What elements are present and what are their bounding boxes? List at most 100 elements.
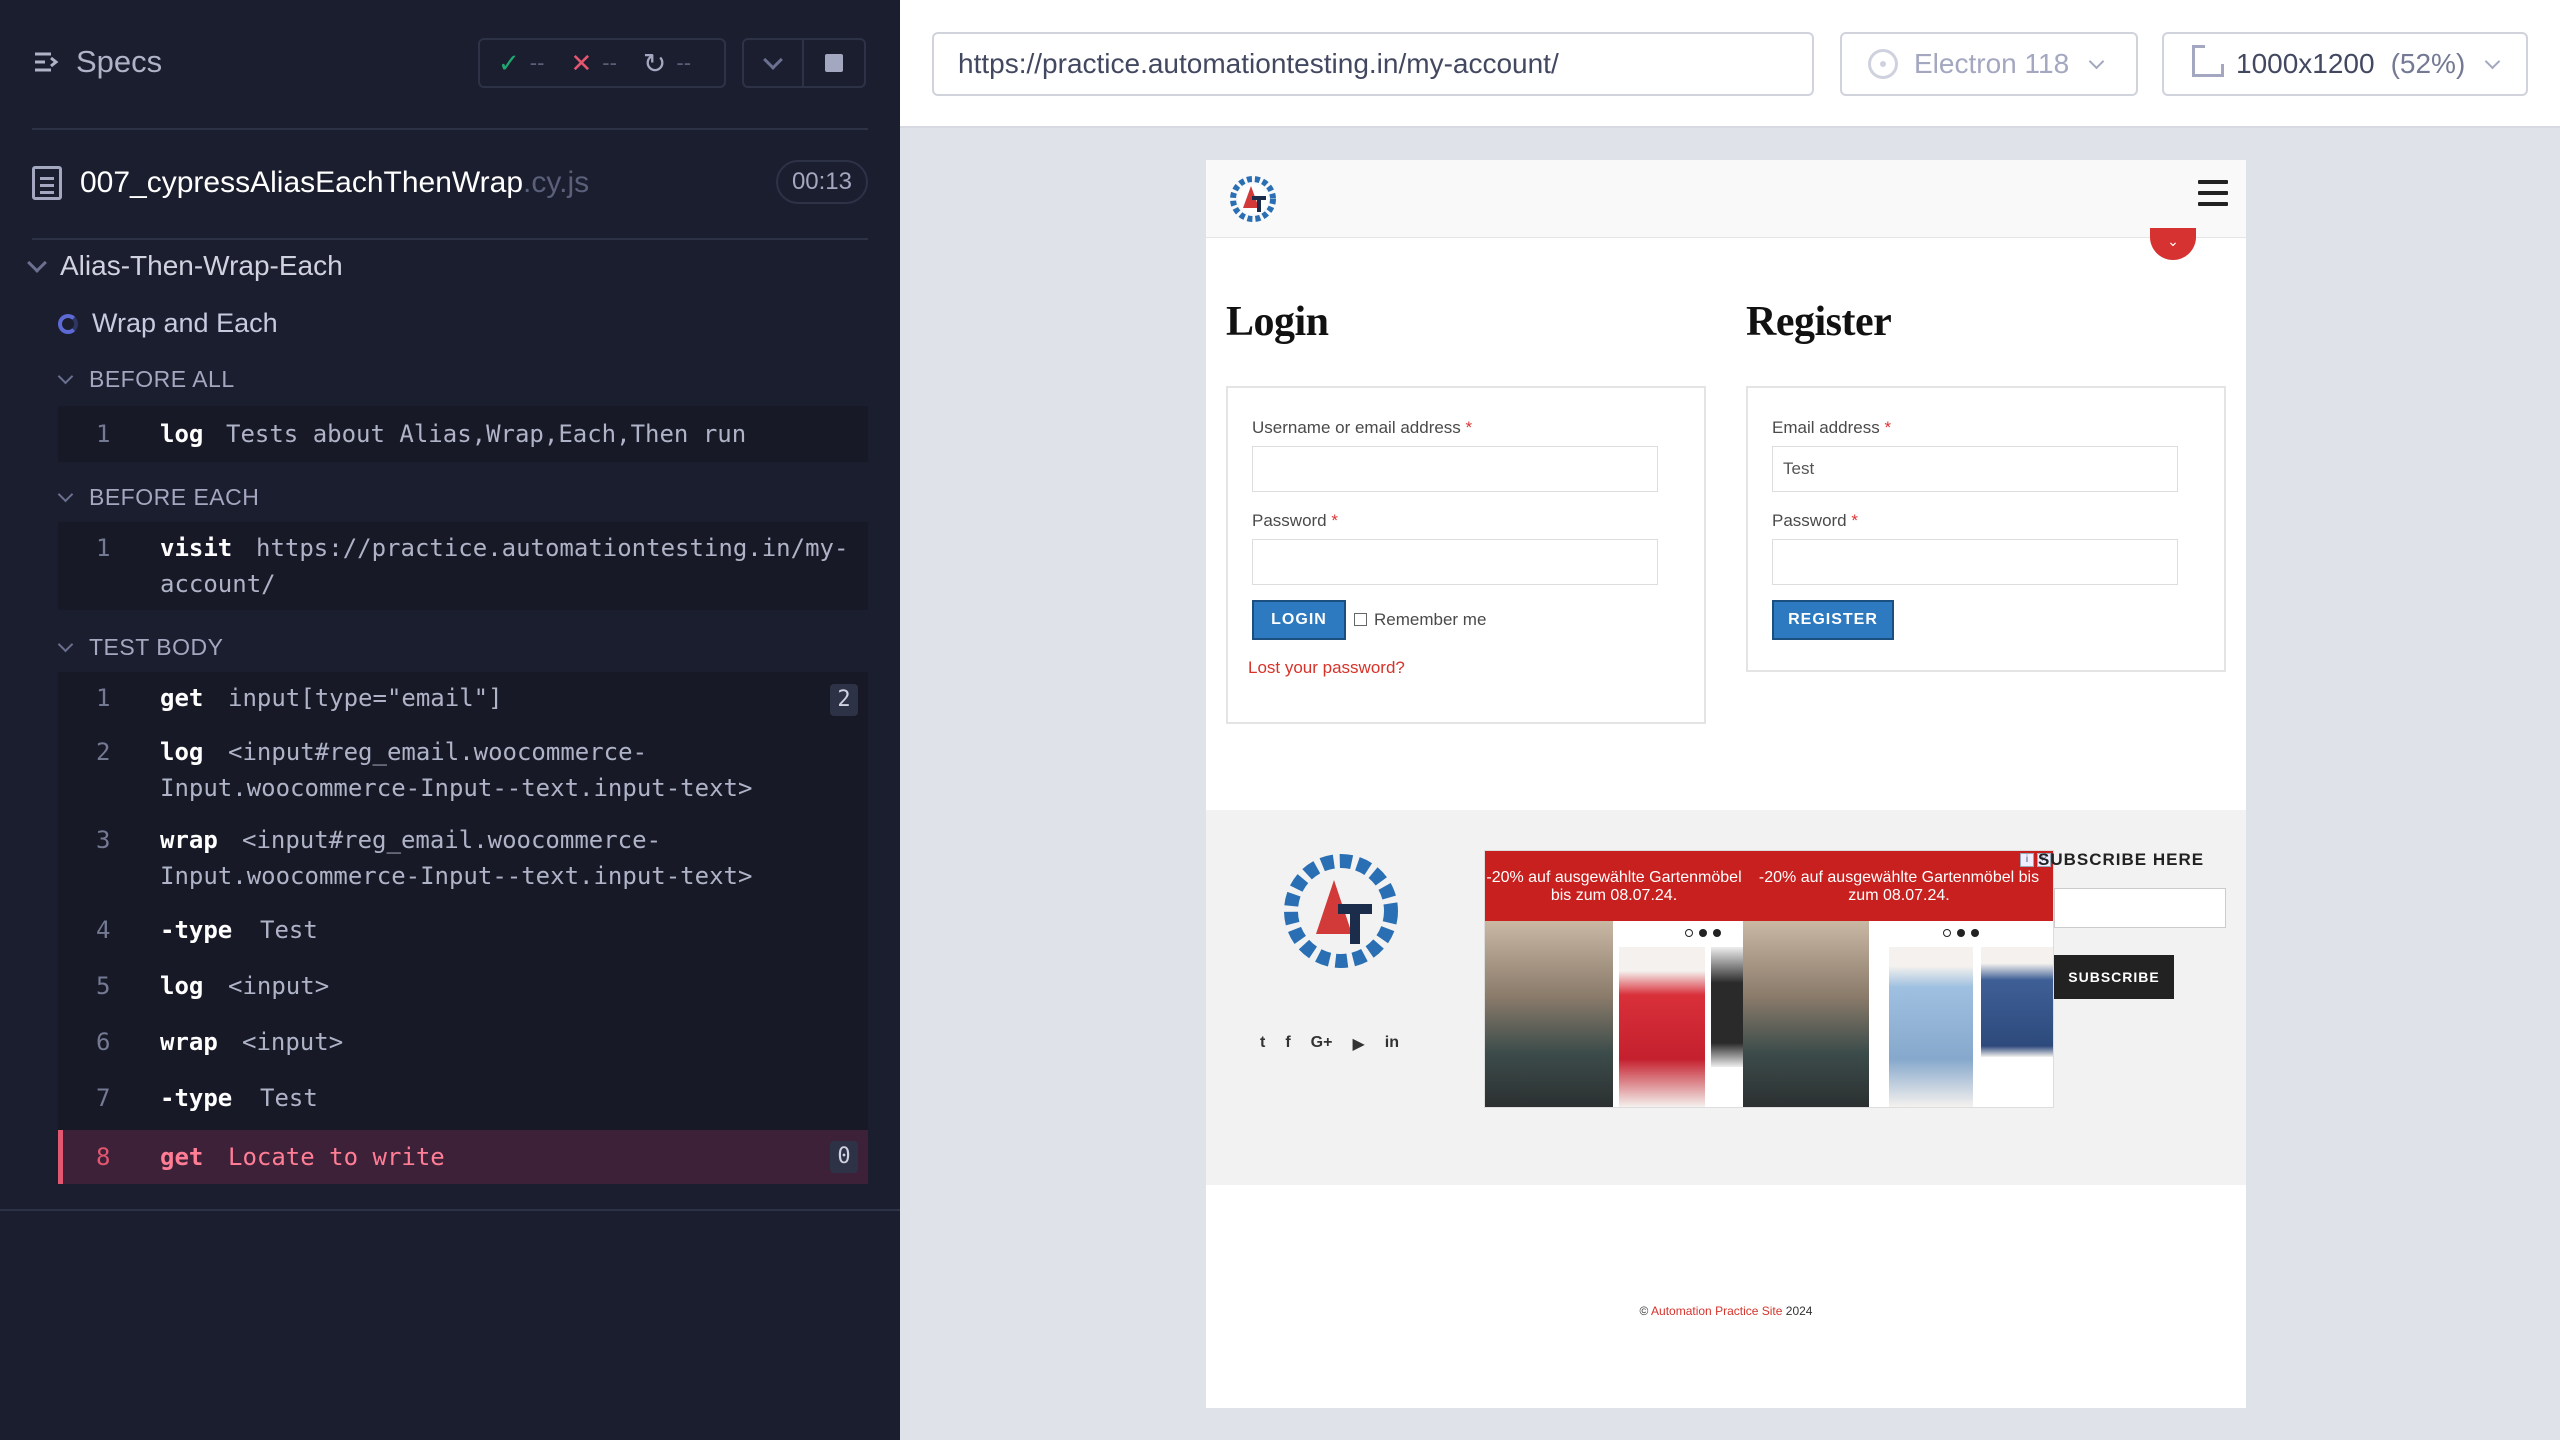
browser-selector[interactable]: Electron 118 [1840, 32, 2138, 96]
command-name: get [160, 684, 204, 712]
command-number: 1 [96, 534, 111, 562]
command-number: 5 [96, 972, 111, 1000]
running-status-icon [58, 313, 78, 334]
site-link[interactable]: Automation Practice Site [1651, 1304, 1782, 1318]
hook-before-all[interactable]: BEFORE ALL [57, 366, 235, 393]
social-links: t f G+ ▶ in [1260, 1034, 1399, 1054]
suite-row[interactable]: Alias-Then-Wrap-Each [27, 250, 343, 282]
command-row-failed[interactable]: 8 get Locate to write 0 [58, 1130, 868, 1184]
command-number: 6 [96, 1028, 111, 1056]
hamburger-menu-icon[interactable] [2198, 180, 2228, 206]
ad-photo [1981, 947, 2053, 1057]
linkedin-icon[interactable]: in [1385, 1034, 1399, 1054]
hook-test-body[interactable]: TEST BODY [57, 634, 224, 661]
hook-title: TEST BODY [89, 634, 224, 660]
command-message-cont: account/ [160, 570, 276, 598]
hook-before-each[interactable]: BEFORE EACH [57, 484, 260, 511]
command-message: <input> [242, 1028, 344, 1056]
command-row[interactable]: 6 wrap <input> [58, 1024, 868, 1060]
command-row[interactable]: 5 log <input> [58, 968, 868, 1004]
hook-commands: 1 visit https://practice.automationtesti… [58, 522, 868, 610]
command-row[interactable]: 1 get input[type="email"] 2 [58, 680, 868, 724]
spec-divider [32, 238, 868, 240]
facebook-icon[interactable]: f [1285, 1034, 1290, 1054]
specs-link[interactable]: Specs [32, 44, 162, 80]
username-label: Username or email address * [1252, 418, 1473, 437]
command-message: Tests about Alias,Wrap,Each,Then run [226, 420, 747, 448]
command-number: 2 [96, 738, 111, 766]
site-header [1206, 160, 2246, 238]
command-number: 7 [96, 1084, 111, 1112]
ad-panel: -20% auf ausgewählte Gartenmöbel bis zum… [1743, 851, 2053, 1107]
command-message: <input#reg_email.woocommerce- [242, 826, 662, 854]
command-row[interactable]: 7 -type Test [58, 1080, 868, 1116]
command-name: -type [160, 1084, 233, 1112]
failed-stat: ✕ -- [570, 48, 616, 79]
remember-me-label: Remember me [1374, 610, 1487, 629]
command-name: get [160, 1143, 204, 1171]
command-number: 8 [96, 1143, 111, 1171]
command-row[interactable]: 3 wrap <input#reg_email.woocommerce- Inp… [58, 822, 868, 894]
ad-banner-text: -20% auf ausgewählte Gartenmöbel bis zum… [1743, 851, 2053, 921]
register-password-input[interactable] [1772, 539, 2178, 585]
email-input[interactable]: Test [1772, 446, 2178, 492]
command-number: 1 [96, 420, 111, 448]
viewport-info[interactable]: 1000x1200 (52%) [2162, 32, 2528, 96]
command-row[interactable]: 1 log Tests about Alias,Wrap,Each,Then r… [58, 416, 868, 452]
login-button[interactable]: LOGIN [1252, 600, 1346, 640]
login-title: Login [1226, 299, 1329, 345]
url-bar[interactable]: https://practice.automationtesting.in/my… [932, 32, 1814, 96]
electron-icon [1868, 49, 1898, 79]
specs-list-icon [35, 52, 59, 72]
reporter-bottom-divider [0, 1209, 900, 1211]
advertisement[interactable]: -20% auf ausgewählte Gartenmöbel bis zum… [1484, 850, 2054, 1108]
failed-count: -- [602, 50, 617, 75]
copyright: © Automation Practice Site 2024 [1206, 1304, 2246, 1318]
cypress-app: Specs ✓ -- ✕ -- ↻ -- 007_cypressAliasEac… [0, 0, 2560, 1440]
password-label: Password * [1252, 511, 1338, 530]
command-row[interactable]: 2 log <input#reg_email.woocommerce- Inpu… [58, 734, 868, 806]
command-row[interactable]: 1 visit https://practice.automationtesti… [58, 530, 868, 602]
footer-logo[interactable] [1276, 846, 1406, 976]
remember-me-checkbox[interactable] [1354, 613, 1367, 626]
ad-carousel-dots[interactable] [1685, 929, 1721, 937]
header-divider [32, 128, 868, 130]
command-message: input[type="email"] [228, 684, 503, 712]
register-button[interactable]: REGISTER [1772, 600, 1894, 640]
command-name: -type [160, 916, 233, 944]
login-form: Username or email address * Password * L… [1226, 386, 1706, 724]
ad-photo [1889, 947, 1973, 1107]
password-input[interactable] [1252, 539, 1658, 585]
ad-info-icon[interactable]: i [2020, 853, 2034, 867]
chevron-down-icon [2485, 53, 2501, 69]
stop-button[interactable] [804, 38, 866, 88]
spec-extension: .cy.js [523, 166, 590, 199]
auto-scroll-toggle-button[interactable] [742, 38, 804, 88]
ad-carousel-dots[interactable] [1943, 929, 1979, 937]
copyright-year: 2024 [1785, 1304, 1813, 1318]
spec-duration: 00:13 [775, 160, 868, 204]
command-message: <input> [228, 972, 330, 1000]
test-row[interactable]: Wrap and Each [58, 308, 278, 339]
youtube-icon[interactable]: ▶ [1352, 1034, 1364, 1054]
lost-password-link[interactable]: Lost your password? [1248, 658, 1405, 678]
scroll-down-icon[interactable]: ⌄ [2150, 228, 2196, 260]
twitter-icon[interactable]: t [1260, 1034, 1265, 1054]
google-plus-icon[interactable]: G+ [1311, 1034, 1333, 1054]
pending-icon: ↻ [642, 47, 667, 79]
command-name: wrap [160, 1028, 218, 1056]
command-row[interactable]: 4 -type Test [58, 912, 868, 948]
command-number: 1 [96, 684, 111, 712]
subscribe-button[interactable]: SUBSCRIBE [2054, 955, 2174, 999]
site-logo[interactable] [1226, 172, 1280, 226]
passed-count: -- [529, 50, 545, 75]
browser-name: Electron 118 [1914, 48, 2070, 79]
username-input[interactable] [1252, 446, 1658, 492]
command-message: https://practice.automationtesting.in/my… [256, 534, 849, 562]
command-name: visit [160, 534, 233, 562]
x-icon: ✕ [570, 47, 593, 78]
command-message: Test [260, 1084, 318, 1112]
element-count-badge: 2 [830, 684, 858, 716]
subscribe-email-input[interactable] [2054, 888, 2226, 928]
hook-title: BEFORE EACH [89, 484, 260, 510]
